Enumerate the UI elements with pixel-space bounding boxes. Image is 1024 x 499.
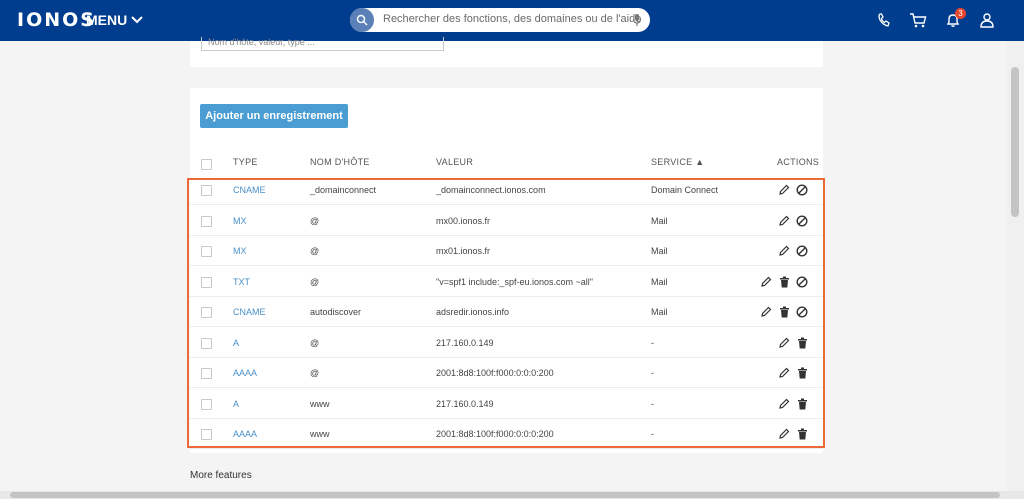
filter-input[interactable]: Nom d'hôte, valeur, type ... <box>201 37 444 51</box>
filter-card: Nom d'hôte, valeur, type ... <box>190 37 823 67</box>
horizontal-scrollbar[interactable] <box>0 491 1024 499</box>
select-all-checkbox[interactable] <box>201 159 212 170</box>
vertical-scrollbar[interactable] <box>1007 41 1024 491</box>
vertical-scroll-thumb[interactable] <box>1011 67 1019 217</box>
more-features-link[interactable]: More features <box>190 470 252 481</box>
search-bar[interactable]: Rechercher des fonctions, des domaines o… <box>350 8 650 32</box>
search-icon[interactable] <box>350 8 374 32</box>
notification-badge: 3 <box>955 8 966 19</box>
column-service[interactable]: SERVICE ▲ <box>651 157 704 167</box>
column-actions: ACTIONS <box>777 157 820 167</box>
add-record-button[interactable]: Ajouter un enregistrement <box>200 104 348 128</box>
records-highlight-box <box>187 178 825 448</box>
menu-label: MENU <box>86 12 128 28</box>
top-navigation: IONOS MENU Rechercher des fonctions, des… <box>0 0 1024 41</box>
column-value[interactable]: VALEUR <box>436 157 473 167</box>
phone-icon[interactable] <box>874 10 894 30</box>
column-host[interactable]: NOM D'HÔTE <box>310 157 370 167</box>
ionos-logo[interactable]: IONOS <box>17 9 96 31</box>
cart-icon[interactable] <box>908 10 928 30</box>
microphone-icon[interactable] <box>632 13 642 27</box>
menu-button[interactable]: MENU <box>86 12 143 28</box>
search-input[interactable]: Rechercher des fonctions, des domaines o… <box>383 13 641 25</box>
user-icon[interactable] <box>977 10 997 30</box>
horizontal-scroll-thumb[interactable] <box>10 492 1000 498</box>
chevron-down-icon <box>131 16 143 24</box>
column-type[interactable]: TYPE <box>233 157 258 167</box>
